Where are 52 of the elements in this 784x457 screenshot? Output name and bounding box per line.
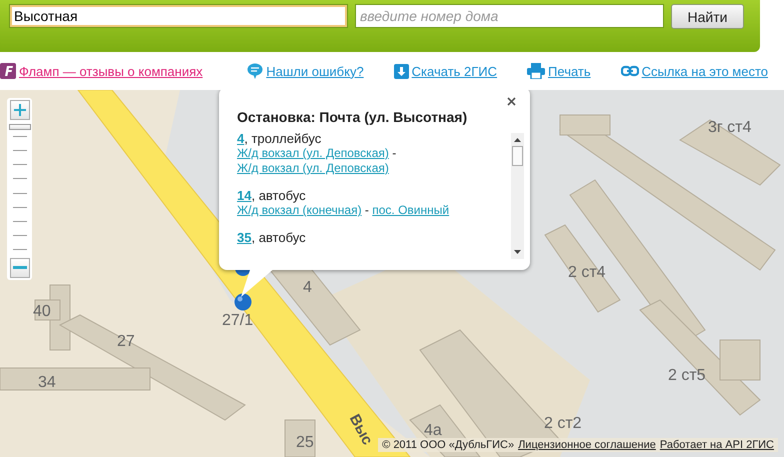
find-button[interactable]: Найти [671,4,744,29]
house-number: 4а [424,422,442,440]
scroll-up-icon[interactable] [514,138,521,142]
house-number: 4 [303,279,312,297]
house-number: 2 ст4 [568,264,606,282]
stop-link[interactable]: Ж/д вокзал (ул. Деповская) [237,161,389,175]
scroll-down-icon[interactable] [514,250,521,254]
street-input-field[interactable]: Высотная [9,4,348,28]
link[interactable]: Фламп — отзывы о компаниях [19,64,203,78]
house-number-input-field[interactable]: введите номер дома [355,4,664,28]
scrollbar[interactable] [511,133,524,259]
download-icon [394,64,409,78]
house-number: 27/1 [222,312,254,330]
stop-link[interactable]: пос. Овинный [372,203,450,217]
popup-title: Остановка: Почта (ул. Высотная) [237,109,468,125]
plus-icon [12,103,26,117]
transport-type: , автобус [251,230,306,245]
transport-type: , троллейбус [244,131,322,146]
scrollbar-thumb[interactable] [512,146,523,166]
stop-link[interactable]: Ж/д вокзал (ул. Деповская) [237,146,389,160]
printer-icon [527,63,546,79]
house-number: 40 [33,303,51,321]
house-number: 27 [117,333,135,351]
speech-bubble-icon [247,63,264,79]
route-number-link[interactable]: 35 [237,230,252,245]
slider-thumb[interactable] [8,124,30,130]
minus-icon [12,266,26,270]
chain-link-icon [620,65,639,77]
link[interactable]: Нашли ошибку? [266,64,364,78]
house-number: 25 [296,434,314,452]
house-number: 3г ст4 [708,119,752,137]
house-number: 2 ст2 [544,415,582,433]
house-number: 2 ст5 [668,367,706,385]
footer-link[interactable]: Лицензионное соглашение [518,439,656,451]
separator: - [391,146,396,160]
map-pin-icon [234,293,252,311]
street-name: Выс [346,412,376,448]
link[interactable]: Печать [548,64,591,78]
flamp-logo-icon [0,63,16,79]
route-number-link[interactable]: 4 [237,131,244,146]
route-number-link[interactable]: 14 [237,188,252,203]
stop-link[interactable]: Ж/д вокзал (конечная) [237,203,362,217]
copyright-text: © 2011 ООО «ДубльГИС» [382,439,514,451]
transport-type: , автобус [251,188,306,203]
link[interactable]: Ссылка на это место [642,64,768,78]
zoom-in-button[interactable] [10,100,30,120]
house-number: 34 [38,374,56,392]
zoom-out-button[interactable] [10,258,30,278]
close-icon[interactable] [507,97,516,106]
link[interactable]: Скачать 2ГИС [412,64,498,78]
footer-link[interactable]: Работает на API 2ГИС [660,439,774,451]
separator: - [364,203,370,217]
